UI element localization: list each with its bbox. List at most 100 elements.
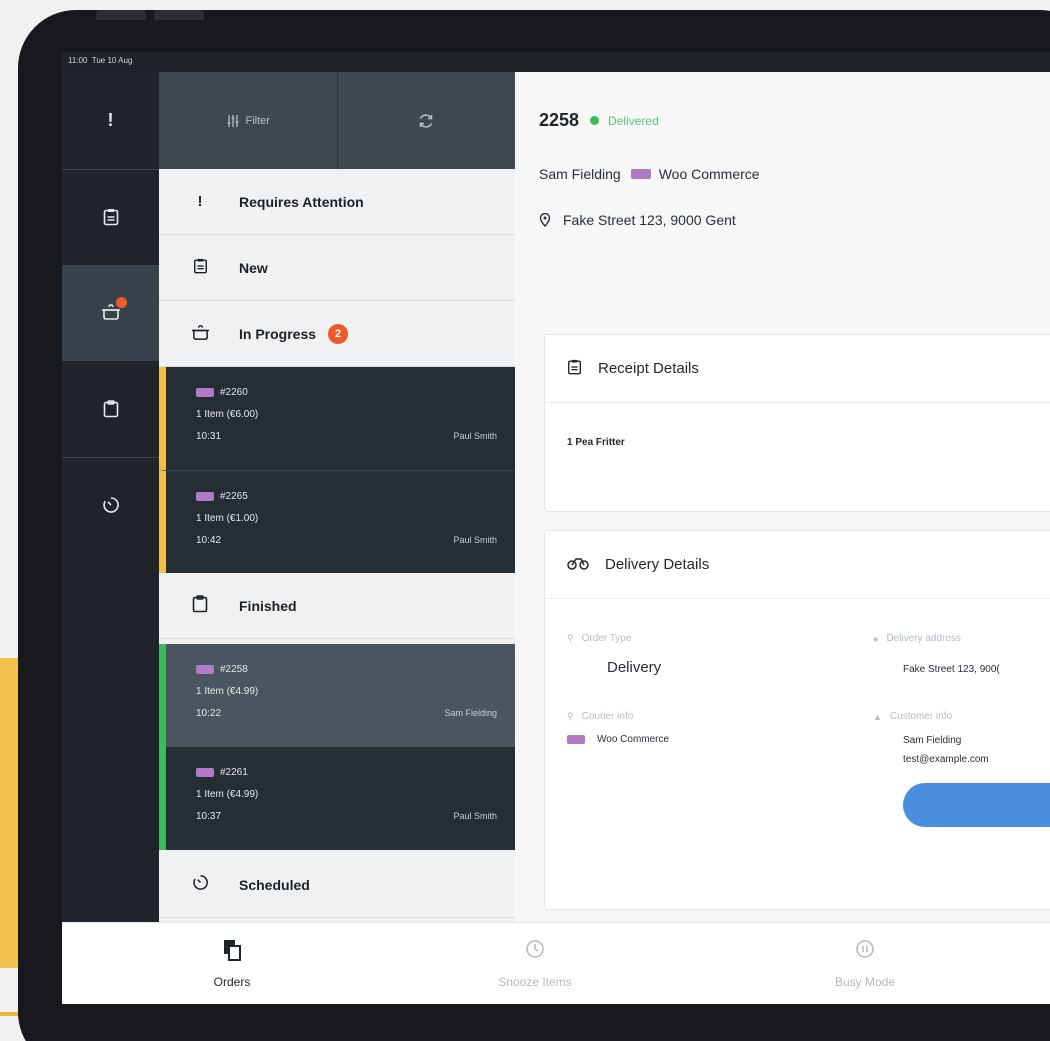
stage: 11:00 Tue 10 Aug ! Filter ! Requires Att… [0,0,1050,1041]
woocommerce-logo-icon [630,169,651,179]
sidebar-item-new[interactable] [62,169,159,265]
sidebar-item-requires-attention[interactable]: ! [62,72,159,169]
order-number: #2261 [220,766,248,778]
refresh-button[interactable] [336,72,516,169]
bicycle-icon: ⚲ [567,633,574,643]
section-label: Finished [239,597,297,614]
order-time: 10:31 [196,430,222,442]
status-dot-icon [590,116,600,125]
woocommerce-logo-icon [196,387,214,397]
woocommerce-logo-icon [567,735,585,744]
field-label-text: Customer info [889,711,953,722]
customer-info-label: ▲ Customer info [873,711,952,722]
woocommerce-logo-icon [196,767,214,777]
card-header: Receipt Details [545,335,1050,403]
hardware-button [154,10,204,20]
list-toolbar: Filter [159,72,515,169]
section-label: Scheduled [239,876,310,893]
exclamation-icon: ! [197,193,203,210]
customer-info-email: test@example.com [903,754,989,765]
location-pin-icon: ● [873,633,879,644]
receipt-icon [567,359,582,379]
order-detail-panel: 2258 Delivered Sam Fielding Woo Commerce… [515,72,1050,922]
section-requires-attention[interactable]: ! Requires Attention [159,169,515,235]
courier-info-value: Woo Commerce [567,731,669,748]
address-text: Fake Street 123, 9000 Gent [563,212,736,228]
sliders-icon [227,114,239,127]
delivery-address-value: Fake Street 123, 900( [903,664,1000,675]
order-time: 10:22 [196,707,222,719]
hardware-button [96,10,146,20]
clipboard-icon [103,400,118,418]
order-time: 10:37 [196,810,222,822]
sidebar-item-scheduled[interactable] [62,457,159,553]
status-time: 11:00 [68,56,88,65]
section-new[interactable]: New [159,235,515,301]
delivery-address-label: ● Delivery address [873,633,961,644]
courier-icon: ⚲ [567,711,574,721]
tab-orders[interactable]: Orders [142,923,322,1004]
clipboard-icon [189,594,211,617]
section-finished[interactable]: Finished [159,573,515,639]
order-time: 10:42 [196,534,222,546]
customer-name: Sam Fielding [539,166,621,182]
pause-icon [855,939,875,963]
order-number: #2258 [220,663,248,675]
status-date: Tue 10 Aug [91,56,133,65]
tab-label: Snooze Items [498,975,572,989]
bottom-tab-bar: Orders Snooze Items Busy Mode [62,922,1050,1004]
timer-icon [102,497,119,513]
tab-busy-mode[interactable]: Busy Mode [775,923,955,1004]
call-customer-button[interactable]: ✆ C [903,783,1050,827]
order-number: #2265 [220,490,248,502]
icon-sidebar: ! [62,72,159,922]
order-card-selected[interactable]: #2258 1 Item (€4.99) 10:22 Sam Fielding [159,644,515,747]
field-label-text: Order Type [581,633,632,644]
order-card[interactable]: #2261 1 Item (€4.99) 10:37 Paul Smith [159,747,515,850]
courier-info-label: ⚲ Courier info [567,711,633,722]
filter-label: Filter [245,114,270,127]
order-source: Woo Commerce [658,166,760,182]
tablet-screen: 11:00 Tue 10 Aug ! Filter ! Requires Att… [62,52,1050,1004]
person-icon: ▲ [873,711,882,722]
timer-icon [189,874,211,895]
order-type-label: ⚲ Order Type [567,633,631,644]
order-customer: Sam Fielding [444,708,497,718]
woocommerce-logo-icon [196,664,214,674]
receipt-icon [189,258,211,278]
card-title: Receipt Details [598,360,699,377]
order-card[interactable]: #2260 1 Item (€6.00) 10:31 Paul Smith [159,367,515,470]
order-summary: 1 Item (€1.00) [196,512,259,524]
section-label: In Progress [239,325,317,342]
count-badge: 2 [328,323,349,344]
order-summary: 1 Item (€4.99) [196,788,259,800]
order-summary: 1 Item (€6.00) [196,408,259,420]
status-bar: 11:00 Tue 10 Aug [62,52,1050,72]
order-type-value: Delivery [607,659,662,676]
delivery-details-card: Delivery Details ⚲ Order Type Delivery ●… [544,530,1050,910]
courier-name: Woo Commerce [597,734,670,745]
sidebar-item-finished[interactable] [62,361,159,457]
card-title: Delivery Details [605,556,710,573]
order-summary: 1 Item (€4.99) [196,685,259,697]
filter-button[interactable]: Filter [159,72,337,169]
sidebar-item-in-progress[interactable] [62,265,159,361]
order-customer: Paul Smith [453,431,497,441]
bicycle-icon [567,556,589,574]
card-header: Delivery Details [545,531,1050,599]
notification-dot [115,296,127,308]
section-label: New [239,259,268,276]
section-in-progress[interactable]: In Progress 2 [159,301,515,367]
order-card[interactable]: #2265 1 Item (€1.00) 10:42 Paul Smith [159,470,515,573]
customer-info-name: Sam Fielding [903,735,962,746]
tab-label: Orders [213,975,251,989]
receipt-icon [103,209,118,226]
order-number: #2260 [220,386,248,398]
order-list-panel: Filter ! Requires Attention New In Progr… [159,72,515,922]
status-badge: Delivered [608,113,659,128]
order-customer: Paul Smith [453,535,497,545]
orders-icon [223,939,241,963]
section-scheduled[interactable]: Scheduled [159,852,515,918]
tab-snooze-items[interactable]: Snooze Items [445,923,625,1004]
refresh-icon [420,113,433,128]
